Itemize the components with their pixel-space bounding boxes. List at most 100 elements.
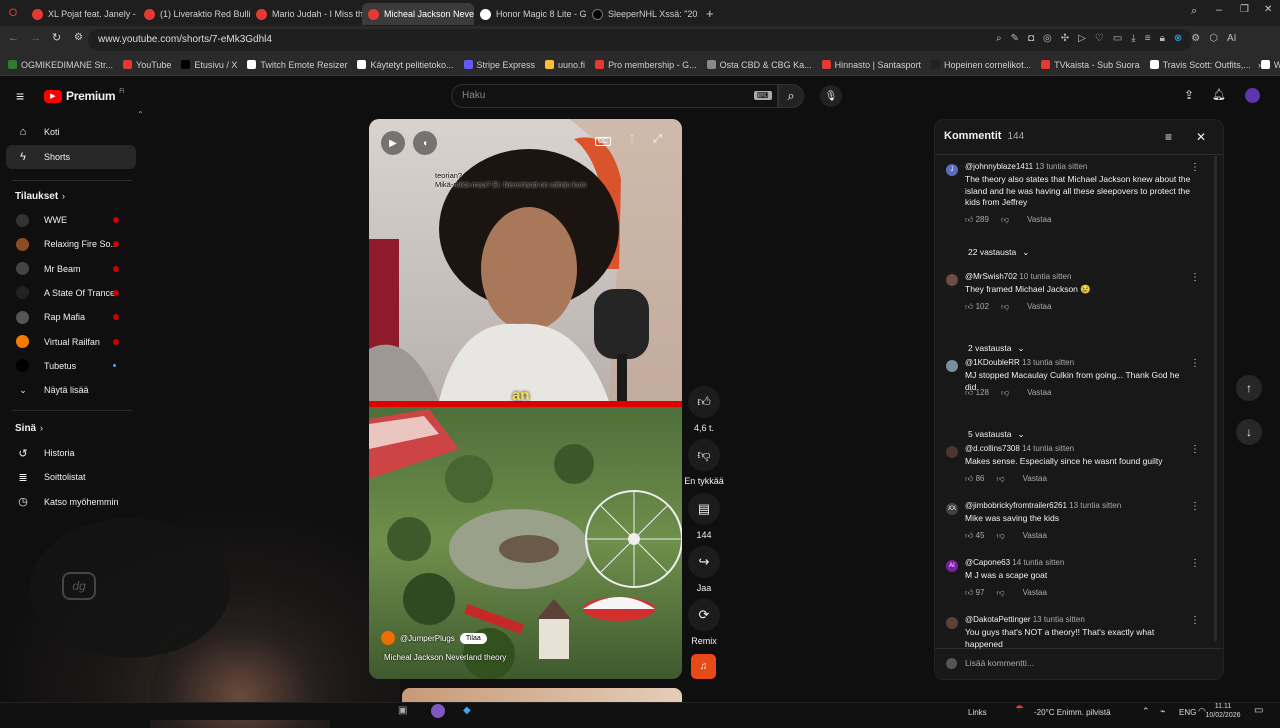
sidebar-item-subscription[interactable]: Rap Mafia: [0, 305, 150, 329]
voice-search-button[interactable]: 🎙︎: [820, 85, 842, 107]
reply-button[interactable]: Vastaa: [1027, 302, 1051, 311]
bookmark-item[interactable]: Twitch Emote Resizer: [247, 60, 347, 70]
close-window-icon[interactable]: ✕: [1264, 4, 1272, 15]
clock[interactable]: 11.11 10/02/2026: [1203, 702, 1243, 720]
tray-expand-icon[interactable]: ⌃: [1142, 706, 1150, 717]
weather-text[interactable]: -20°C Enimm. pilvistä: [1034, 708, 1111, 717]
notifications-bell-icon[interactable]: 🔔︎: [1212, 88, 1226, 101]
new-tab-icon[interactable]: +: [706, 6, 714, 21]
previous-short-button[interactable]: ↑: [1236, 375, 1262, 401]
lock-icon[interactable]: 🔒︎: [1160, 33, 1165, 44]
zoom-icon[interactable]: ⌕: [996, 33, 1002, 44]
bookmark-item[interactable]: Watch Marvel's Lu...: [1260, 60, 1280, 70]
bookmark-item[interactable]: Hinnasto | Santasport: [821, 60, 921, 70]
bookmark-item[interactable]: Käytetyt pelitietoko...: [357, 60, 454, 70]
browser-logo-icon[interactable]: O: [0, 7, 26, 19]
view-replies-button[interactable]: 5 vastausta ⌄: [968, 429, 1025, 440]
reply-button[interactable]: Vastaa: [1027, 215, 1051, 224]
search-input[interactable]: Haku: [451, 84, 778, 108]
reply-button[interactable]: Vastaa: [1023, 531, 1047, 540]
bookmark-item[interactable]: YouTube: [123, 60, 171, 70]
comment-dislike-icon[interactable]: 👎︎: [1001, 302, 1009, 311]
taskbar-app-icon[interactable]: ◆: [463, 705, 471, 716]
comment-icon[interactable]: ▤: [688, 493, 720, 525]
more-options-icon[interactable]: ⋮: [627, 134, 637, 145]
sidebar-item-subscription[interactable]: Virtual Railfan: [0, 330, 150, 354]
site-info-icon[interactable]: ⚙: [74, 32, 83, 43]
comment-dislike-icon[interactable]: 👎︎: [1001, 388, 1009, 397]
you-heading[interactable]: Sinä ›: [0, 416, 150, 440]
comment-author[interactable]: @jimbobrickyfromtrailer6261: [965, 501, 1067, 510]
comment-more-icon[interactable]: ⋮: [1190, 162, 1200, 173]
fullscreen-icon[interactable]: ⤢: [653, 133, 662, 146]
youtube-logo[interactable]: ▶ Premium FI: [44, 89, 125, 103]
comment-author[interactable]: @MrSwish702: [965, 272, 1017, 281]
hamburger-menu-icon[interactable]: ≡: [16, 88, 24, 104]
comment-like-icon[interactable]: 👍︎: [965, 302, 976, 311]
reply-button[interactable]: Vastaa: [1023, 474, 1047, 483]
captions-icon[interactable]: CC: [595, 137, 612, 146]
forward-icon[interactable]: →: [30, 32, 41, 44]
bookmark-item[interactable]: Pro membership - G...: [595, 60, 697, 70]
remix-icon[interactable]: ⟳: [688, 599, 720, 631]
remix-action[interactable]: ⟳ Remix: [684, 599, 724, 646]
reload-icon[interactable]: ↻: [52, 31, 61, 44]
sidebar-item-historia[interactable]: ↺ Historia: [0, 441, 150, 465]
taskbar-app-icon[interactable]: [431, 704, 445, 718]
bookmark-item[interactable]: uuno.fi: [545, 60, 585, 70]
comment-like-icon[interactable]: 👍︎: [965, 474, 976, 483]
commenter-avatar[interactable]: [946, 617, 958, 629]
volume-button[interactable]: ◖: [413, 131, 437, 155]
account-avatar[interactable]: [1245, 88, 1260, 103]
share-action[interactable]: ↪ Jaa: [684, 546, 724, 593]
comment-author[interactable]: @d.collins7308: [965, 444, 1020, 453]
comment-dislike-icon[interactable]: 👎︎: [997, 531, 1005, 540]
comment-like-icon[interactable]: 👍︎: [965, 215, 976, 224]
comment-author[interactable]: @1KDoubleRR: [965, 358, 1020, 367]
comment-more-icon[interactable]: ⋮: [1190, 358, 1200, 369]
sound-thumbnail[interactable]: ♫: [691, 654, 716, 679]
maximize-icon[interactable]: ❐: [1240, 4, 1249, 15]
minimize-icon[interactable]: –: [1216, 4, 1222, 16]
close-icon[interactable]: ✕: [1196, 130, 1206, 144]
view-replies-button[interactable]: 22 vastausta ⌄: [968, 247, 1029, 258]
shorts-video-player[interactable]: teorian? Mikä-mikä-maa? Ei. Neverland on…: [369, 119, 682, 679]
bookmark-item[interactable]: TVkaista - Sub Suora: [1041, 60, 1140, 70]
like-action[interactable]: 👍︎ 4,6 t.: [684, 386, 724, 433]
heart-icon[interactable]: ♡: [1095, 33, 1104, 44]
commenter-avatar[interactable]: AI: [946, 560, 958, 572]
app-icon[interactable]: ⊗: [1174, 33, 1182, 44]
tab-2[interactable]: (1) Liveraktio Red Bullin✕: [138, 3, 250, 25]
bookmark-item[interactable]: Etusivu / X: [181, 60, 237, 70]
edit-icon[interactable]: ✎: [1011, 33, 1019, 44]
next-short-button[interactable]: ↓: [1236, 419, 1262, 445]
bookmark-item[interactable]: Travis Scott: Outfits,...: [1149, 60, 1251, 70]
share-icon[interactable]: ↪: [688, 546, 720, 578]
tab-3[interactable]: Mario Judah - I Miss the R✕: [250, 3, 362, 25]
tab-5[interactable]: Honor Magic 8 Lite - Goo✕: [474, 3, 586, 25]
channel-avatar[interactable]: [381, 631, 395, 645]
sidebar-item-subscription[interactable]: Relaxing Fire So...: [0, 232, 150, 256]
settings-icon[interactable]: ⚙: [1191, 33, 1200, 44]
thumb-up-icon[interactable]: 👍︎: [688, 386, 720, 418]
search-button[interactable]: ⌕: [778, 84, 804, 108]
comments-scrollbar[interactable]: [1214, 156, 1217, 641]
comments-action[interactable]: ▤ 144: [684, 493, 724, 540]
sidebar-item-shorts[interactable]: ϟ Shorts: [6, 145, 136, 169]
next-short-preview[interactable]: [402, 688, 682, 702]
subscribe-button[interactable]: Tilaa: [459, 632, 487, 644]
sort-icon[interactable]: ≡: [1165, 130, 1172, 144]
commenter-avatar[interactable]: [946, 274, 958, 286]
show-more-button[interactable]: ⌄ Näytä lisää: [0, 378, 150, 402]
sidebar-item-soittolistat[interactable]: ≣ Soittolistat: [0, 465, 150, 489]
comment-more-icon[interactable]: ⋮: [1190, 272, 1200, 283]
comment-dislike-icon[interactable]: 👎︎: [997, 588, 1005, 597]
comment-more-icon[interactable]: ⋮: [1190, 615, 1200, 626]
comment-like-icon[interactable]: 👍︎: [965, 588, 976, 597]
bookmark-item[interactable]: OGMIKEDIMANE Str...: [8, 60, 113, 70]
tab-1[interactable]: XL Pojat feat. Janely - Tap✕: [26, 3, 138, 25]
subscriptions-heading[interactable]: Tilaukset ›: [0, 184, 150, 208]
back-icon[interactable]: ←: [8, 32, 19, 44]
comment-dislike-icon[interactable]: 👎︎: [1001, 215, 1009, 224]
sidebar-item-subscription[interactable]: Tubetus: [0, 354, 150, 378]
